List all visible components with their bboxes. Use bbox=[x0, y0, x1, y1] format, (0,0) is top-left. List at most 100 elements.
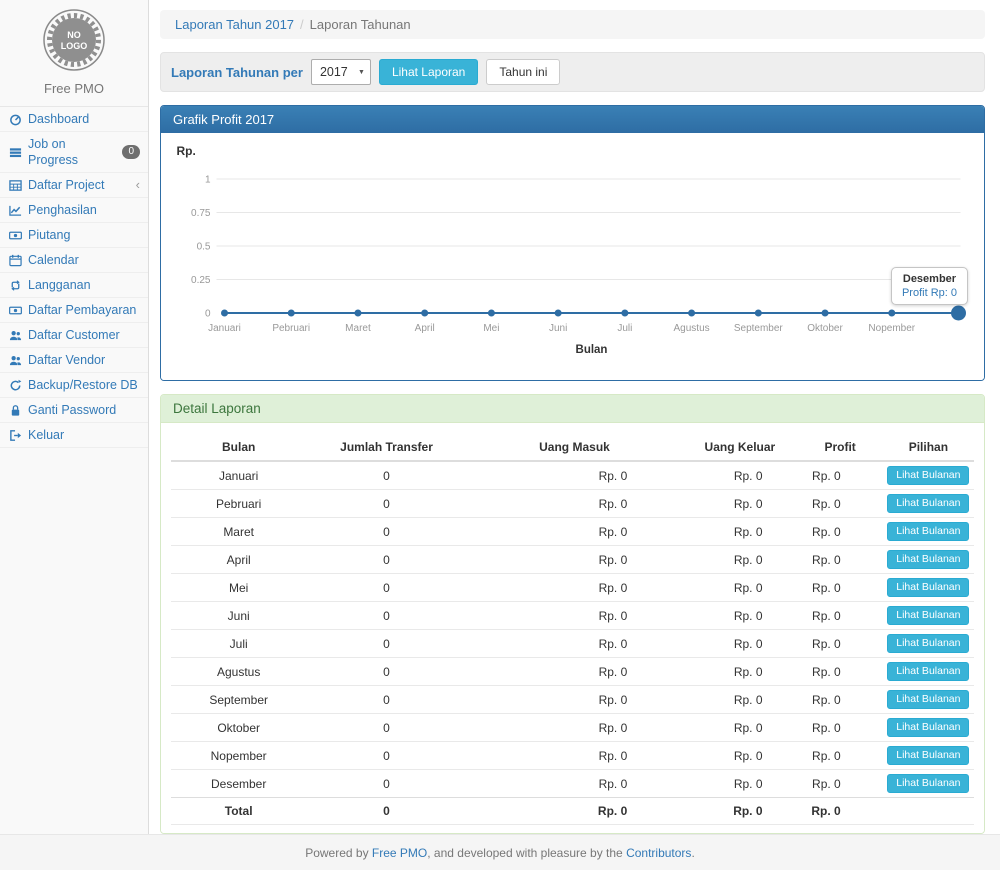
x-axis-tick-label: September bbox=[734, 323, 784, 334]
cell-uang-keluar: Rp. 0 bbox=[682, 630, 797, 658]
table-row-oktober: Oktober0Rp. 0Rp. 0Rp. 0Lihat Bulanan bbox=[171, 714, 974, 742]
sidebar-item-ganti-password[interactable]: Ganti Password bbox=[0, 398, 148, 423]
cell-pilihan: Lihat Bulanan bbox=[883, 546, 974, 574]
lihat-bulanan-button-juli[interactable]: Lihat Bulanan bbox=[887, 634, 969, 653]
total-uang-masuk: Rp. 0 bbox=[467, 798, 683, 825]
table-row-juli: Juli0Rp. 0Rp. 0Rp. 0Lihat Bulanan bbox=[171, 630, 974, 658]
cell-jumlah-transfer: 0 bbox=[306, 546, 466, 574]
chart-point-pebruari[interactable] bbox=[288, 310, 295, 317]
cell-pilihan: Lihat Bulanan bbox=[883, 658, 974, 686]
sidebar-item-dashboard[interactable]: Dashboard bbox=[0, 107, 148, 132]
sidebar-item-label: Daftar Project bbox=[28, 177, 104, 193]
no-logo-seal-icon: NO LOGO bbox=[42, 8, 106, 72]
chart-point-maret[interactable] bbox=[354, 310, 361, 317]
users-icon bbox=[9, 329, 22, 342]
lihat-bulanan-button-desember[interactable]: Lihat Bulanan bbox=[887, 774, 969, 793]
lihat-bulanan-button-mei[interactable]: Lihat Bulanan bbox=[887, 578, 969, 597]
lihat-bulanan-button-januari[interactable]: Lihat Bulanan bbox=[887, 466, 969, 485]
lihat-bulanan-button-juni[interactable]: Lihat Bulanan bbox=[887, 606, 969, 625]
breadcrumb-link-laporan-tahun[interactable]: Laporan Tahun 2017 bbox=[175, 17, 294, 32]
chart-point-desember[interactable] bbox=[951, 306, 966, 321]
y-axis-unit-label: Rp. bbox=[177, 144, 196, 158]
sidebar-item-daftar-project[interactable]: Daftar Project‹ bbox=[0, 173, 148, 198]
cell-profit: Rp. 0 bbox=[798, 658, 883, 686]
page-footer: Powered by Free PMO, and developed with … bbox=[0, 834, 1000, 870]
x-axis-tick-label: Oktober bbox=[807, 323, 843, 334]
x-axis-tick-label: Januari bbox=[208, 323, 241, 334]
lihat-bulanan-button-september[interactable]: Lihat Bulanan bbox=[887, 690, 969, 709]
sidebar-item-daftar-pembayaran[interactable]: Daftar Pembayaran bbox=[0, 298, 148, 323]
detail-panel-title: Detail Laporan bbox=[161, 395, 984, 423]
sidebar-item-langganan[interactable]: Langganan bbox=[0, 273, 148, 298]
chart-point-mei[interactable] bbox=[488, 310, 495, 317]
cell-uang-keluar: Rp. 0 bbox=[682, 770, 797, 798]
lihat-bulanan-button-pebruari[interactable]: Lihat Bulanan bbox=[887, 494, 969, 513]
lihat-bulanan-button-maret[interactable]: Lihat Bulanan bbox=[887, 522, 969, 541]
cell-jumlah-transfer: 0 bbox=[306, 658, 466, 686]
logo-text-line2: LOGO bbox=[61, 41, 88, 51]
sidebar-item-backup-restore-db[interactable]: Backup/Restore DB bbox=[0, 373, 148, 398]
chevron-down-icon: ▼ bbox=[358, 69, 365, 76]
cell-jumlah-transfer: 0 bbox=[306, 714, 466, 742]
cell-uang-keluar: Rp. 0 bbox=[682, 546, 797, 574]
tooltip-month: Desember bbox=[902, 273, 957, 285]
cell-uang-masuk: Rp. 0 bbox=[467, 742, 683, 770]
cell-profit: Rp. 0 bbox=[798, 770, 883, 798]
cell-uang-keluar: Rp. 0 bbox=[682, 490, 797, 518]
chart-point-januari[interactable] bbox=[221, 310, 228, 317]
cell-profit: Rp. 0 bbox=[798, 686, 883, 714]
report-table: BulanJumlah TransferUang MasukUang Kelua… bbox=[171, 435, 974, 825]
chart-point-juli[interactable] bbox=[621, 310, 628, 317]
breadcrumb-current: Laporan Tahunan bbox=[310, 17, 411, 32]
sidebar-item-penghasilan[interactable]: Penghasilan bbox=[0, 198, 148, 223]
col-header-uang-masuk: Uang Masuk bbox=[467, 435, 683, 461]
sidebar-item-label: Daftar Customer bbox=[28, 327, 120, 343]
year-select[interactable]: 2017 ▼ bbox=[311, 59, 371, 85]
cell-uang-keluar: Rp. 0 bbox=[682, 574, 797, 602]
brand-name: Free PMO bbox=[0, 81, 148, 96]
money-icon bbox=[9, 229, 22, 242]
dashboard-icon bbox=[9, 113, 22, 126]
total-jumlah-transfer: 0 bbox=[306, 798, 466, 825]
contributors-link[interactable]: Contributors bbox=[626, 846, 691, 860]
sidebar-item-calendar[interactable]: Calendar bbox=[0, 248, 148, 273]
cell-jumlah-transfer: 0 bbox=[306, 630, 466, 658]
sidebar-item-job-on-progress[interactable]: Job on Progress0 bbox=[0, 132, 148, 173]
logo-text-line1: NO bbox=[67, 30, 81, 40]
sidebar-item-label: Piutang bbox=[28, 227, 70, 243]
total-uang-keluar: Rp. 0 bbox=[682, 798, 797, 825]
x-axis-tick-label: Pebruari bbox=[272, 323, 310, 334]
cell-profit: Rp. 0 bbox=[798, 490, 883, 518]
cell-uang-keluar: Rp. 0 bbox=[682, 602, 797, 630]
table-row-nopember: Nopember0Rp. 0Rp. 0Rp. 0Lihat Bulanan bbox=[171, 742, 974, 770]
sidebar-item-label: Job on Progress bbox=[28, 136, 116, 168]
x-axis-title: Bulan bbox=[576, 344, 608, 356]
free-pmo-link[interactable]: Free PMO bbox=[372, 846, 427, 860]
chart-point-april[interactable] bbox=[421, 310, 428, 317]
year-filter-bar: Laporan Tahunan per 2017 ▼ Lihat Laporan… bbox=[160, 52, 985, 92]
y-axis-tick-label: 0.5 bbox=[197, 242, 211, 253]
lihat-laporan-button[interactable]: Lihat Laporan bbox=[379, 59, 478, 85]
tahun-ini-button[interactable]: Tahun ini bbox=[486, 59, 560, 85]
chart-point-juni[interactable] bbox=[555, 310, 562, 317]
sidebar-item-daftar-vendor[interactable]: Daftar Vendor bbox=[0, 348, 148, 373]
table-row-pebruari: Pebruari0Rp. 0Rp. 0Rp. 0Lihat Bulanan bbox=[171, 490, 974, 518]
lihat-bulanan-button-april[interactable]: Lihat Bulanan bbox=[887, 550, 969, 569]
filter-label: Laporan Tahunan per bbox=[171, 65, 303, 80]
chart-point-agustus[interactable] bbox=[688, 310, 695, 317]
lihat-bulanan-button-oktober[interactable]: Lihat Bulanan bbox=[887, 718, 969, 737]
chart-point-september[interactable] bbox=[755, 310, 762, 317]
cell-profit: Rp. 0 bbox=[798, 742, 883, 770]
chart-point-oktober[interactable] bbox=[822, 310, 829, 317]
cell-profit: Rp. 0 bbox=[798, 461, 883, 490]
lihat-bulanan-button-nopember[interactable]: Lihat Bulanan bbox=[887, 746, 969, 765]
sidebar-item-piutang[interactable]: Piutang bbox=[0, 223, 148, 248]
chart-panel-title: Grafik Profit 2017 bbox=[161, 106, 984, 133]
lihat-bulanan-button-agustus[interactable]: Lihat Bulanan bbox=[887, 662, 969, 681]
sidebar-item-daftar-customer[interactable]: Daftar Customer bbox=[0, 323, 148, 348]
chart-point-nopember[interactable] bbox=[888, 310, 895, 317]
cell-uang-keluar: Rp. 0 bbox=[682, 686, 797, 714]
sidebar: NO LOGO Free PMO DashboardJob on Progres… bbox=[0, 0, 149, 834]
cell-jumlah-transfer: 0 bbox=[306, 518, 466, 546]
sidebar-item-keluar[interactable]: Keluar bbox=[0, 423, 148, 448]
